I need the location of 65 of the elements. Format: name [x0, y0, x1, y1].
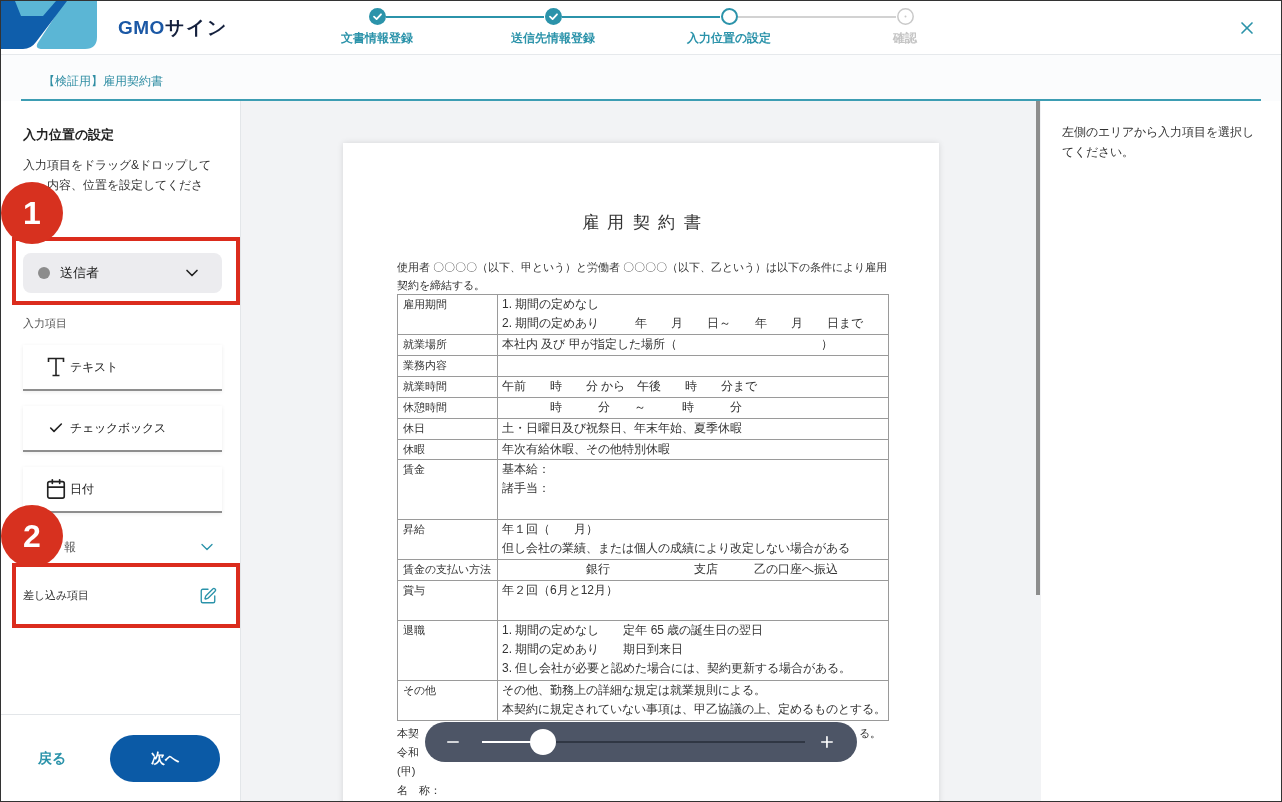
- document-text: 本契: [397, 726, 419, 741]
- plus-icon[interactable]: [818, 733, 836, 751]
- cell-text: 就業時間: [403, 379, 447, 394]
- edit-icon[interactable]: [199, 586, 217, 605]
- cell-text: 2. 期間の定めあり 期日到来日: [502, 641, 684, 658]
- cell-text: 1. 期間の定めなし: [502, 296, 600, 313]
- cell-text: 就業場所: [403, 337, 447, 352]
- cell-text: 土・日曜日及び祝祭日、年末年始、夏季休暇: [502, 420, 742, 437]
- number-badge: 2: [1, 505, 63, 567]
- list-item-label[interactable]: 差し込み項目: [23, 587, 89, 604]
- cell-text: 年１回（ 月）: [502, 521, 598, 538]
- step-label: 文書情報登録: [341, 30, 413, 46]
- cell-text: 賃金の支払い方法: [403, 562, 491, 577]
- step-label: 送信先情報登録: [511, 30, 595, 46]
- cell-text: その他、勤務上の詳細な規定は就業規則による。: [502, 682, 766, 699]
- cell-text: 賃金: [403, 462, 425, 477]
- field-item[interactable]: チェックボックス: [23, 406, 222, 452]
- cell-text: 退職: [403, 623, 425, 638]
- cell-text: 休憩時間: [403, 400, 447, 415]
- section-label: 報: [64, 539, 76, 556]
- step-label: 確認: [893, 30, 917, 46]
- document-text: 名 称：: [397, 783, 441, 798]
- cell-text: 雇用期間: [403, 297, 447, 312]
- cell-text: 時 分 ～ 時 分: [549, 399, 742, 416]
- cell-text: 業務内容: [403, 358, 447, 373]
- cell-text: 年次有給休暇、その他特別休暇: [502, 441, 670, 458]
- cell-text: 1. 期間の定めなし 定年 65 歳の誕生日の翌日: [502, 622, 764, 639]
- cell-text: 2. 期間の定めあり 年 月 日～ 年 月 日まで: [502, 315, 864, 332]
- step-label: 入力位置の設定: [687, 30, 771, 46]
- back-link[interactable]: 戻る: [38, 747, 66, 769]
- document-text: 令和: [397, 745, 419, 760]
- section-title: 入力位置の設定: [23, 126, 115, 144]
- cell-text: 昇給: [403, 522, 425, 537]
- next-button[interactable]: 次へ: [110, 734, 220, 782]
- cell-text: 年２回（6月と12月）: [502, 582, 619, 599]
- hint-text: 左側のエリアから入力項目を選択してください。: [1062, 124, 1255, 161]
- zoom-slider-track[interactable]: [481, 729, 806, 755]
- section-label: 入力項目: [23, 316, 67, 331]
- text-format-icon: [47, 357, 65, 377]
- signer-select[interactable]: 送信者: [23, 253, 222, 293]
- cell-text: 午前 時 分 から 午後 時 分まで: [502, 378, 758, 395]
- logo-mark-icon: [1, 1, 97, 49]
- cell-text: 銀行 支店 乙の口座へ振込: [585, 561, 838, 578]
- document-title: 【検証用】雇用契約書: [43, 73, 163, 90]
- cell-text: 休日: [403, 421, 425, 436]
- cell-text: その他: [403, 683, 436, 698]
- cell-text: 賞与: [403, 583, 425, 598]
- document-text: る。: [859, 726, 881, 741]
- document-text: (甲): [397, 764, 416, 779]
- cell-text: 但し会社の業績、または個人の成績により改定しない場合がある: [502, 540, 850, 557]
- cell-text: 本契約に規定されていない事項は、甲乙協議の上、定めるものとする。: [502, 701, 886, 718]
- cell-text: 3. 但し会社が必要と認めた場合には、契約更新する場合がある。: [502, 660, 852, 677]
- cell-text: 本社内 及び 甲が指定した場所（ ）: [502, 336, 833, 353]
- cell-text: 休暇: [403, 442, 425, 457]
- field-item[interactable]: 日付: [23, 467, 222, 513]
- cell-text: 基本給：: [502, 461, 550, 478]
- scrollbar-thumb[interactable]: [1036, 101, 1040, 595]
- cell-text: 諸手当：: [502, 480, 550, 497]
- document-heading: 雇用契約書: [580, 212, 710, 234]
- logo-wordmark: GMOサイン: [118, 18, 228, 37]
- instruction-text: 入力項目をドラッグ&ドロップして: [23, 157, 211, 174]
- zoom-slider-thumb[interactable]: [530, 729, 557, 755]
- calendar-icon: [45, 478, 67, 500]
- field-item[interactable]: テキスト: [23, 345, 222, 391]
- document-text: 使用者 〇〇〇〇（以下、甲という）と労働者 〇〇〇〇（以下、乙という）は以下の条件により雇用契約を締結する。: [397, 260, 889, 293]
